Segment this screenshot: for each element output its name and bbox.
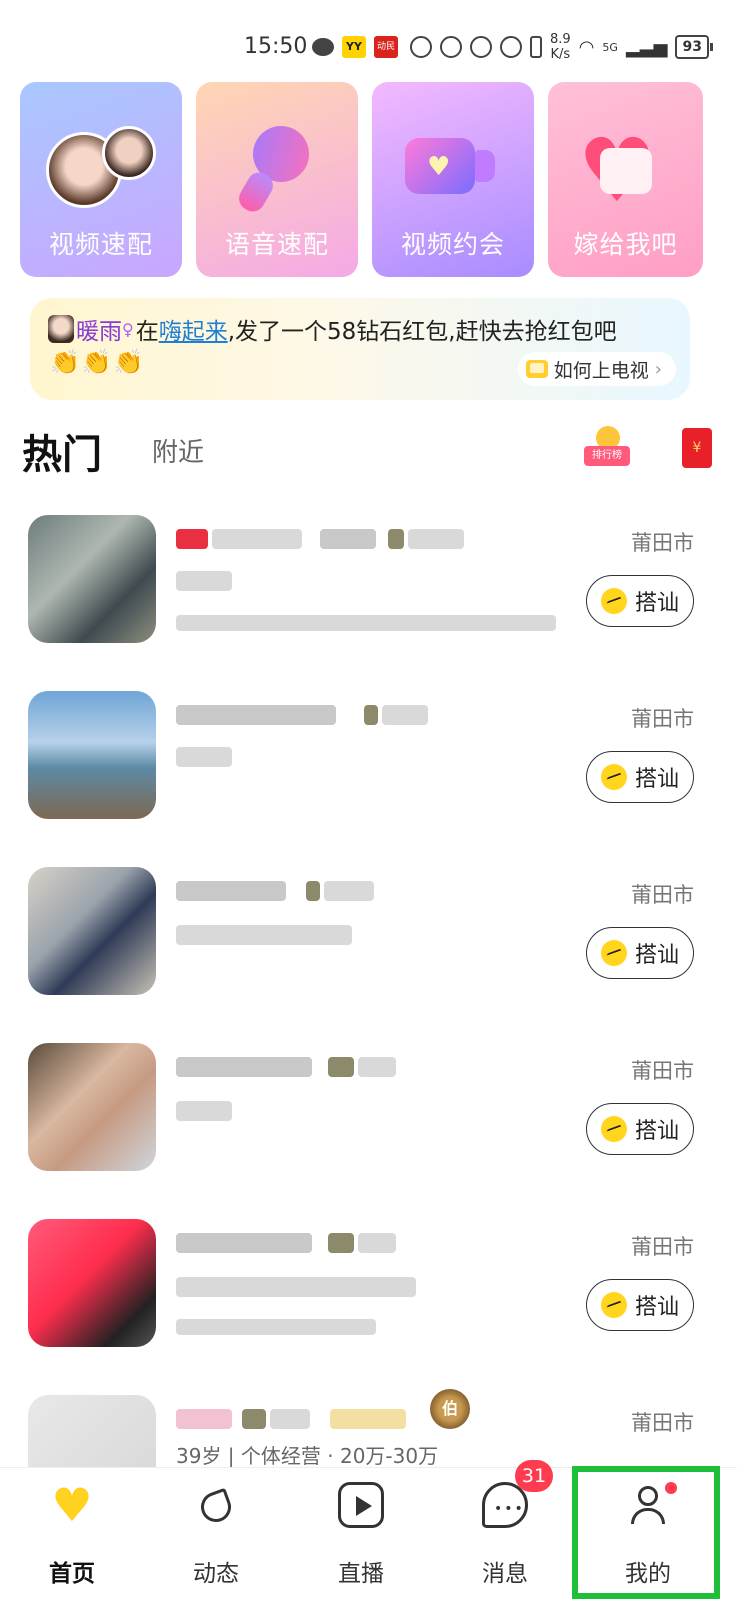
signal-icon: ▂▃▅ [625, 36, 668, 58]
notice-room-link[interactable]: 嗨起来 [159, 312, 228, 346]
avatar[interactable] [28, 691, 156, 819]
bottom-nav: ♥ 首页 动态 直播 ••• 31 消息 我的 [0, 1460, 737, 1601]
headphones-icon [500, 36, 522, 58]
tab-hot[interactable]: 热门 [22, 422, 102, 480]
nfc-icon [440, 36, 462, 58]
status-notification-icons: YY 动民 [312, 36, 398, 58]
status-bar: 15:50 YY 动民 8.9 K/s ◠ 5G ▂▃▅ 93 [0, 0, 737, 80]
redacted-bio [176, 615, 556, 631]
home-heart-icon: ♥ [51, 1478, 93, 1532]
alarm-icon [470, 36, 492, 58]
level-badge-icon: 伯 [430, 1389, 470, 1429]
redacted-info [176, 747, 232, 767]
redacted-name [176, 529, 208, 549]
nav-messages[interactable]: ••• 31 消息 [435, 1460, 575, 1601]
video-match-card[interactable]: 视频速配 [20, 82, 182, 277]
tab-nearby[interactable]: 附近 [152, 432, 204, 469]
notice-avatar [48, 315, 74, 343]
redacted-name [176, 1233, 312, 1253]
phone-battery-icon [530, 36, 542, 58]
card-label: 语音速配 [224, 230, 329, 259]
video-camera-heart-icon: ♥ [405, 126, 501, 200]
avatar[interactable] [28, 867, 156, 995]
nav-home[interactable]: ♥ 首页 [2, 1468, 142, 1601]
avatar[interactable] [28, 1043, 156, 1171]
card-label: 视频速配 [48, 230, 153, 259]
red-packet-notice[interactable]: 暖雨 ♀ 在 嗨起来 ,发了一个58钻石红包,赶快去抢红包吧 👏👏👏 如何上电视… [30, 298, 690, 400]
redacted-name [176, 881, 286, 901]
redacted-name [176, 1057, 312, 1077]
greet-heart-icon [600, 1292, 627, 1318]
battery-icon: 93 [675, 35, 714, 59]
redacted-info [176, 1277, 416, 1297]
status-time: 15:50 [244, 34, 308, 59]
list-item[interactable]: 莆田市 搭讪 [0, 495, 737, 671]
video-date-card[interactable]: ♥ 视频约会 [372, 82, 534, 277]
live-play-icon [338, 1482, 384, 1528]
user-city: 莆田市 [631, 883, 694, 907]
status-system-icons: 8.9 K/s ◠ 5G ▂▃▅ 93 [410, 32, 714, 62]
tv-icon [525, 360, 548, 378]
profile-icon [625, 1482, 677, 1528]
wechat-icon [312, 38, 334, 56]
red-packet-icon[interactable]: ¥ [682, 428, 712, 468]
notice-text: 暖雨 ♀ 在 嗨起来 ,发了一个58钻石红包,赶快去抢红包吧 [48, 312, 617, 346]
greet-heart-icon [600, 764, 627, 790]
net-speed: 8.9 K/s [550, 32, 571, 62]
redacted-info [176, 571, 232, 591]
user-city: 莆田市 [631, 1059, 694, 1083]
wedding-heart-icon: ♥ [578, 126, 674, 216]
avatar[interactable] [28, 515, 156, 643]
greet-button[interactable]: 搭讪 [586, 927, 694, 979]
moments-icon [193, 1482, 239, 1528]
leaderboard-icon[interactable]: 排行榜 [584, 426, 630, 470]
greet-button[interactable]: 搭讪 [586, 575, 694, 627]
yy-app-icon: YY [342, 36, 366, 58]
user-city: 莆田市 [631, 531, 694, 555]
card-label: 嫁给我吧 [573, 230, 678, 259]
list-item[interactable]: 莆田市 搭讪 [0, 1023, 737, 1199]
list-item[interactable]: 莆田市 搭讪 [0, 847, 737, 1023]
list-item[interactable]: 莆田市 搭讪 [0, 671, 737, 847]
data-saver-icon [410, 36, 432, 58]
microphone-icon [234, 115, 320, 216]
how-to-get-on-tv-button[interactable]: 如何上电视 › [517, 352, 676, 386]
section-tabs: 热门 附近 排行榜 ¥ [22, 418, 722, 478]
chevron-right-icon: › [654, 358, 662, 380]
user-city: 莆田市 [631, 1411, 694, 1435]
list-item[interactable]: 莆田市 搭讪 [0, 1199, 737, 1375]
avatar[interactable] [28, 1219, 156, 1347]
clap-emojis: 👏👏👏 [50, 348, 146, 376]
redacted-info [176, 1101, 232, 1121]
user-city: 莆田市 [631, 707, 694, 731]
news-app-icon: 动民 [374, 36, 398, 58]
wifi-icon: ◠ [578, 36, 595, 58]
greet-button[interactable]: 搭讪 [586, 1279, 694, 1331]
user-city: 莆田市 [631, 1235, 694, 1259]
greet-heart-icon [600, 940, 627, 966]
notification-dot [665, 1482, 677, 1494]
greet-button[interactable]: 搭讪 [586, 751, 694, 803]
card-label: 视频约会 [400, 230, 505, 259]
redacted-name [176, 705, 336, 725]
feature-cards: 视频速配 语音速配 ♥ 视频约会 ♥ 嫁给我吧 [20, 82, 703, 277]
marry-me-card[interactable]: ♥ 嫁给我吧 [548, 82, 703, 277]
greet-heart-icon [600, 588, 627, 614]
redacted-bio [176, 1319, 376, 1335]
couple-faces-icon [46, 126, 156, 210]
voice-match-card[interactable]: 语音速配 [196, 82, 358, 277]
unread-badge: 31 [515, 1460, 553, 1492]
notice-user-name[interactable]: 暖雨 [76, 312, 122, 346]
nav-live[interactable]: 直播 [291, 1468, 431, 1601]
user-info: 39岁 | 个体经营 · 20万-30万 [176, 1444, 439, 1468]
redacted-info [176, 925, 352, 945]
nav-me[interactable]: 我的 [578, 1468, 718, 1601]
network-type: 5G [602, 40, 618, 54]
greet-button[interactable]: 搭讪 [586, 1103, 694, 1155]
greet-heart-icon [600, 1116, 627, 1142]
gender-icon: ♀ [122, 319, 134, 339]
nav-moments[interactable]: 动态 [146, 1468, 286, 1601]
redacted-name [176, 1409, 232, 1429]
